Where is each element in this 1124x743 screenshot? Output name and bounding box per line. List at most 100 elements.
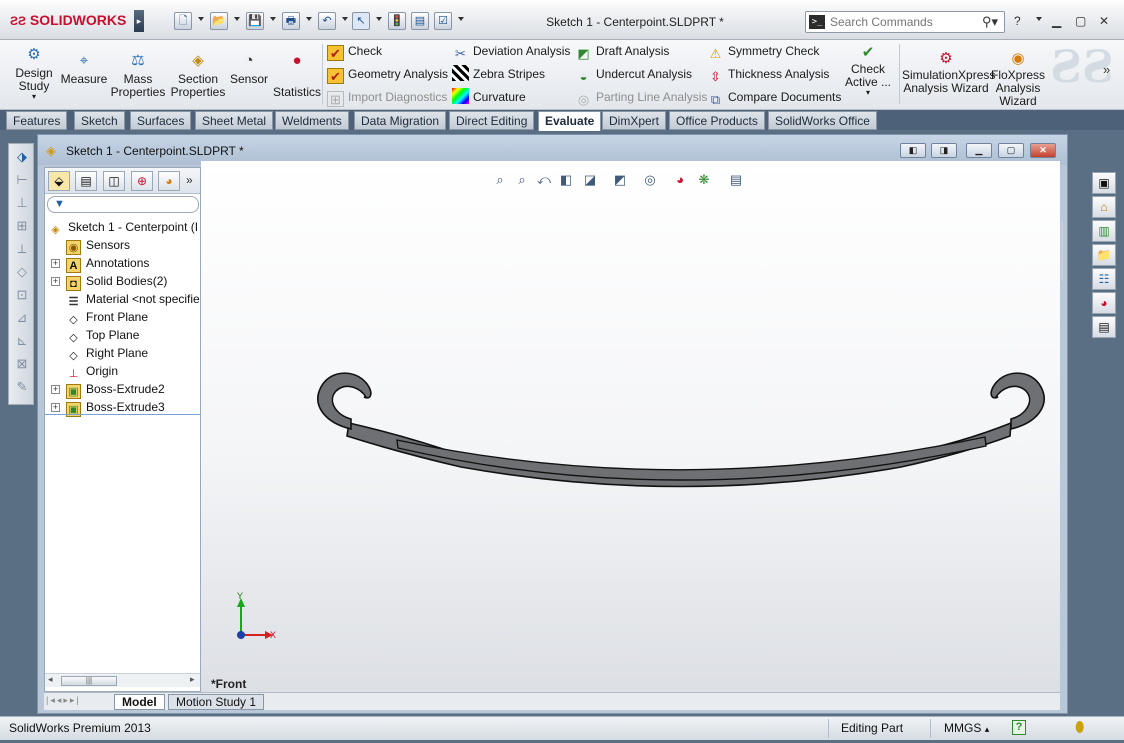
import-diagnostics-button[interactable]: ⊞ Import Diagnostics [327, 88, 447, 107]
check-button[interactable]: ✔ Check [327, 42, 382, 61]
select-arrow-icon[interactable]: ↖ [352, 12, 370, 30]
help-icon[interactable]: ? [1014, 14, 1021, 28]
tile-horizontal-icon[interactable]: ◨ [931, 143, 957, 158]
tree-item-solid-bodies[interactable]: ◘ Solid Bodies(2) [66, 272, 167, 291]
horizontal-dimension-icon[interactable]: ⊢ [13, 171, 31, 189]
property-manager-tab-icon[interactable]: ▤ [75, 171, 97, 191]
doc-minimize-icon[interactable]: ▁ [966, 143, 992, 158]
floxpress-button[interactable]: ◉ FloXpress Analysis Wizard [990, 50, 1046, 108]
tree-item-boss-extrude2[interactable]: ▣ Boss-Extrude2 [66, 380, 165, 399]
tab-solidworks-office[interactable]: SolidWorks Office [768, 111, 877, 130]
autodimension-icon[interactable]: ⊠ [13, 355, 31, 373]
parting-line-analysis-button[interactable]: ◎ Parting Line Analysis [575, 88, 708, 107]
ordinate-dimension-icon[interactable]: ⟂ [13, 240, 31, 258]
design-study-dropdown-icon[interactable]: ▾ [14, 93, 54, 101]
compare-documents-button[interactable]: ⧉ Compare Documents [707, 88, 842, 107]
new-document-icon[interactable]: 🗋 [174, 12, 192, 30]
more-commands-chevron-icon[interactable]: » [1103, 62, 1110, 77]
tab-features[interactable]: Features [6, 111, 68, 130]
feature-tree-filter[interactable]: ▼ [47, 196, 199, 213]
thickness-analysis-button[interactable]: ⇳ Thickness Analysis [707, 65, 829, 84]
geometry-analysis-button[interactable]: ✔ Geometry Analysis [327, 65, 448, 84]
doc-maximize-icon[interactable]: ▢ [998, 143, 1024, 158]
tree-root-part[interactable]: ◈ Sketch 1 - Centerpoint (I [48, 218, 198, 236]
options-dropdown-icon[interactable] [458, 17, 464, 21]
print-dropdown-icon[interactable] [306, 17, 312, 21]
tab-scroll-buttons-icon[interactable]: |◂◂▸▸| [46, 695, 81, 706]
check-active-dropdown-icon[interactable]: ▾ [840, 89, 896, 97]
tab-data-migration[interactable]: Data Migration [354, 111, 447, 130]
undo-icon[interactable]: ↶ [318, 12, 336, 30]
home-icon[interactable]: ⌂ [1092, 196, 1116, 218]
select-dropdown-icon[interactable] [376, 17, 382, 21]
tab-sheet-metal[interactable]: Sheet Metal [195, 111, 274, 130]
close-icon[interactable]: ✕ [1099, 14, 1109, 28]
expand-solid-bodies-icon[interactable]: + [51, 277, 60, 286]
doc-close-icon[interactable]: ✕ [1030, 143, 1056, 158]
tile-vertical-icon[interactable]: ◧ [900, 143, 926, 158]
feature-tree-tab-icon[interactable]: ⬙ [48, 171, 70, 191]
expand-annotations-icon[interactable]: + [51, 259, 60, 268]
rollback-bar[interactable] [45, 414, 200, 415]
graphics-area[interactable]: ⌕ ⌕ ⤺ ◧ ◪ ◩ ◎ ◕ ❋ ▤ Y X *Front [201, 161, 1063, 693]
deviation-analysis-button[interactable]: ✂ Deviation Analysis [452, 42, 570, 61]
search-icon[interactable]: ⚲▾ [982, 14, 998, 30]
vertical-dimension-icon[interactable]: ⊥ [13, 194, 31, 212]
display-relations-icon[interactable]: ⊾ [13, 332, 31, 350]
menu-flyout-arrow-icon[interactable]: ▸ [134, 10, 144, 32]
custom-properties-icon[interactable]: ▤ [1092, 316, 1116, 338]
graphics-vertical-scrollbar[interactable] [1061, 221, 1063, 281]
configuration-manager-tab-icon[interactable]: ◫ [103, 171, 125, 191]
tab-dimxpert[interactable]: DimXpert [602, 111, 667, 130]
tree-item-annotations[interactable]: A Annotations [66, 254, 149, 273]
open-folder-icon[interactable]: 📂 [210, 12, 228, 30]
tab-weldments[interactable]: Weldments [275, 111, 349, 130]
sensor-button[interactable]: ◔ Sensor [228, 52, 270, 86]
model-view-canvas[interactable] [201, 161, 1060, 693]
maximize-icon[interactable]: ▢ [1075, 14, 1086, 28]
chamfer-dimension-icon[interactable]: ◇ [13, 263, 31, 281]
check-active-button[interactable]: ✔ Check Active ... ▾ [840, 44, 896, 97]
save-icon[interactable]: 💾 [246, 12, 264, 30]
minimize-icon[interactable]: ▁ [1052, 14, 1061, 28]
symmetry-check-button[interactable]: ⚠ Symmetry Check [707, 42, 820, 61]
tab-sketch[interactable]: Sketch [74, 111, 125, 130]
view-palette-icon[interactable]: ☷ [1092, 268, 1116, 290]
statistics-button[interactable]: ● Statistics [272, 52, 322, 99]
mass-properties-button[interactable]: ⚖ Mass Properties [110, 52, 166, 99]
tab-surfaces[interactable]: Surfaces [130, 111, 192, 130]
search-commands-box[interactable]: >_ ⚲▾ [805, 11, 1005, 33]
more-tabs-chevron-icon[interactable]: » [186, 173, 193, 187]
tree-item-sensors[interactable]: ◉ Sensors [66, 236, 130, 255]
tab-direct-editing[interactable]: Direct Editing [449, 111, 535, 130]
tree-item-right-plane[interactable]: ◇ Right Plane [66, 344, 148, 362]
tab-motion-study-1[interactable]: Motion Study 1 [168, 694, 265, 710]
save-dropdown-icon[interactable] [270, 17, 276, 21]
search-input[interactable] [830, 14, 980, 30]
rebuild-tag-icon[interactable]: ⬮ [1075, 719, 1084, 736]
undo-dropdown-icon[interactable] [342, 17, 348, 21]
fully-define-sketch-icon[interactable]: ⊡ [13, 286, 31, 304]
tree-item-front-plane[interactable]: ◇ Front Plane [66, 308, 148, 326]
new-dropdown-icon[interactable] [198, 17, 204, 21]
tree-item-top-plane[interactable]: ◇ Top Plane [66, 326, 139, 344]
baseline-dimension-icon[interactable]: ⊞ [13, 217, 31, 235]
tab-evaluate[interactable]: Evaluate [538, 111, 602, 131]
section-properties-button[interactable]: ◈ Section Properties [170, 52, 226, 99]
draft-analysis-button[interactable]: ◩ Draft Analysis [575, 42, 669, 61]
tree-horizontal-scrollbar[interactable]: ◂ ||| ▸ [45, 673, 200, 687]
tab-office-products[interactable]: Office Products [669, 111, 765, 130]
tab-model[interactable]: Model [114, 694, 165, 710]
open-dropdown-icon[interactable] [234, 17, 240, 21]
file-explorer-icon[interactable]: 📁 [1092, 244, 1116, 266]
smart-dimension-icon[interactable]: ⬗ [13, 148, 31, 166]
expand-boss-extrude2-icon[interactable]: + [51, 385, 60, 394]
dimxpert-manager-tab-icon[interactable]: ⊕ [131, 171, 153, 191]
expand-boss-extrude3-icon[interactable]: + [51, 403, 60, 412]
design-library-icon[interactable]: ▥ [1092, 220, 1116, 242]
quick-tips-help-icon[interactable]: ? [1012, 720, 1026, 735]
tree-item-origin[interactable]: ⊥ Origin [66, 362, 118, 380]
simulationxpress-button[interactable]: ⚙ SimulationXpress Analysis Wizard [902, 50, 995, 95]
help-dropdown-icon[interactable] [1036, 17, 1042, 21]
options-icon[interactable]: ☑ [434, 12, 452, 30]
